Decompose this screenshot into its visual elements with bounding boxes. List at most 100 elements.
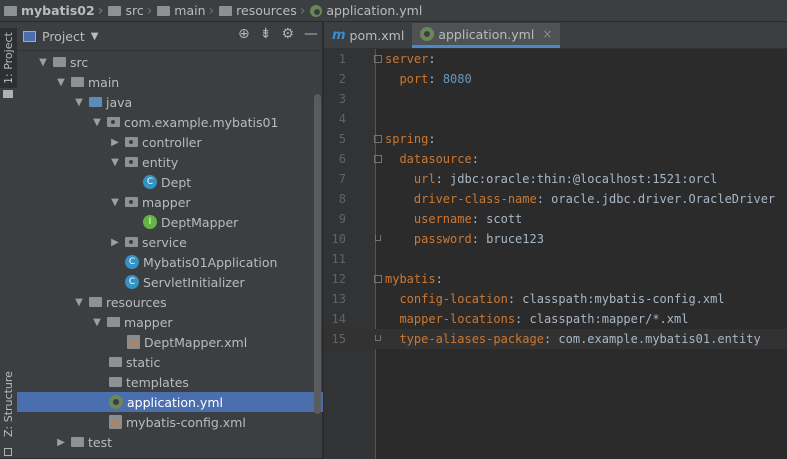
- code-line[interactable]: 6 datasource:: [324, 149, 787, 169]
- tree-item-templates[interactable]: templates: [17, 372, 323, 392]
- fold-marker-icon[interactable]: [374, 135, 382, 143]
- tree-item-service[interactable]: ▶ service: [17, 232, 323, 252]
- tree-item-mybatis-config[interactable]: mybatis-config.xml: [17, 412, 323, 432]
- tree-item-entity[interactable]: ▼ entity: [17, 152, 323, 172]
- code-line[interactable]: 8 driver-class-name: oracle.jdbc.driver.…: [324, 189, 787, 209]
- chevron-right-icon: ›: [208, 2, 215, 19]
- expand-arrow-icon[interactable]: ▼: [55, 77, 67, 88]
- tree-item-test[interactable]: ▶ test: [17, 432, 323, 452]
- project-panel-title[interactable]: Project: [42, 29, 85, 44]
- folder-icon: [4, 5, 17, 16]
- expand-arrow-icon[interactable]: ▼: [73, 297, 85, 308]
- tree-item-mapper-folder[interactable]: ▼ mapper: [17, 312, 323, 332]
- tree-item-src[interactable]: ▼ src: [17, 52, 323, 72]
- tree-item-deptmapper[interactable]: I DeptMapper: [17, 212, 323, 232]
- tree-item-servlet-initializer[interactable]: C ServletInitializer: [17, 272, 323, 292]
- expand-arrow-icon[interactable]: ▼: [91, 117, 103, 128]
- tab-application-yml[interactable]: application.yml ×: [412, 23, 561, 48]
- expand-arrow-icon[interactable]: ▼: [91, 317, 103, 328]
- yaml-key: server: [385, 52, 429, 66]
- tree-item-dept[interactable]: C Dept: [17, 172, 323, 192]
- hide-panel-icon[interactable]: —: [304, 26, 318, 42]
- code-line[interactable]: [324, 349, 787, 369]
- yaml-colon: :: [507, 292, 516, 306]
- code-line[interactable]: 4: [324, 109, 787, 129]
- fold-marker-icon[interactable]: [374, 275, 382, 283]
- tree-item-static[interactable]: static: [17, 352, 323, 372]
- code-lines[interactable]: 1 server: 2 port: 8080 3 4 5 spring: 6 datasour…: [324, 49, 787, 369]
- tree-item-java[interactable]: ▼ java: [17, 92, 323, 112]
- tree-item-deptmapper-xml[interactable]: DeptMapper.xml: [17, 332, 323, 352]
- expand-arrow-icon[interactable]: ▼: [109, 197, 121, 208]
- structure-icon: [4, 448, 12, 456]
- yaml-key: url: [385, 172, 436, 186]
- code-line[interactable]: 10 password: bruce123: [324, 229, 787, 249]
- breadcrumb-item-project[interactable]: mybatis02 ›: [4, 0, 108, 22]
- code-text: datasource:: [385, 149, 479, 169]
- structure-tool-tab[interactable]: Z: Structure: [0, 364, 17, 444]
- locate-target-icon[interactable]: ⊕: [238, 26, 250, 42]
- folder-icon: [157, 5, 171, 16]
- yaml-colon: :: [471, 212, 479, 226]
- code-line[interactable]: 13 config-location: classpath:mybatis-co…: [324, 289, 787, 309]
- breadcrumb-item-file[interactable]: application.yml: [310, 0, 422, 22]
- code-line[interactable]: 9 username: scott: [324, 209, 787, 229]
- fold-marker-icon[interactable]: [374, 155, 382, 163]
- tree-item-package-root[interactable]: ▼ com.example.mybatis01: [17, 112, 323, 132]
- code-line[interactable]: 11: [324, 249, 787, 269]
- close-icon[interactable]: ×: [542, 27, 552, 41]
- fold-marker-icon[interactable]: [374, 55, 382, 63]
- collapsed-arrow-icon[interactable]: ▶: [109, 137, 121, 148]
- yaml-colon: :: [428, 132, 436, 146]
- code-line[interactable]: 14 mapper-locations: classpath:mapper/*.…: [324, 309, 787, 329]
- panel-toolbar: ⊕ ⇟ ⚙ —: [238, 26, 318, 42]
- project-tool-tab[interactable]: 1: Project: [0, 28, 17, 88]
- code-line[interactable]: 15 type-aliases-package: com.example.myb…: [324, 329, 787, 349]
- collapse-all-icon[interactable]: ⇟: [260, 26, 272, 42]
- tree-item-resources[interactable]: ▼ resources: [17, 292, 323, 312]
- collapsed-arrow-icon[interactable]: ▶: [109, 237, 121, 248]
- code-text: port: 8080: [385, 69, 471, 89]
- code-line[interactable]: 12 mybatis:: [324, 269, 787, 289]
- gear-icon[interactable]: ⚙: [281, 26, 294, 42]
- project-panel-header: Project ▼ ⊕ ⇟ ⚙ —: [17, 22, 322, 51]
- breadcrumb-item-src[interactable]: src ›: [108, 0, 157, 22]
- editor-tabs: m pom.xml application.yml ×: [324, 22, 787, 49]
- breadcrumb-item-resources[interactable]: resources ›: [219, 0, 310, 22]
- fold-marker-icon[interactable]: [375, 335, 381, 341]
- yaml-value: jdbc:oracle:thin:@localhost:1521:orcl: [442, 172, 718, 186]
- chevron-down-icon[interactable]: ▼: [91, 31, 99, 42]
- line-number: 11: [331, 252, 346, 266]
- expand-arrow-icon[interactable]: ▼: [73, 97, 85, 108]
- code-text: password: bruce123: [385, 229, 544, 249]
- yaml-value: oracle.jdbc.driver.OracleDriver: [543, 192, 776, 206]
- code-area[interactable]: 1 server: 2 port: 8080 3 4 5 spring: 6 datasour…: [324, 49, 787, 459]
- code-line[interactable]: 5 spring:: [324, 129, 787, 149]
- tree-item-application-yml[interactable]: application.yml: [17, 392, 323, 412]
- tree-item-application-class[interactable]: C Mybatis01Application: [17, 252, 323, 272]
- breadcrumb-item-main[interactable]: main ›: [157, 0, 219, 22]
- package-icon: [125, 237, 138, 247]
- expand-arrow-icon[interactable]: ▼: [37, 57, 49, 68]
- code-text: mybatis:: [385, 269, 443, 289]
- code-line[interactable]: 7 url: jdbc:oracle:thin:@localhost:1521:…: [324, 169, 787, 189]
- code-line[interactable]: 1 server:: [324, 49, 787, 69]
- yaml-colon: :: [536, 192, 544, 206]
- folder-icon: [109, 357, 122, 367]
- code-line[interactable]: 2 port: 8080: [324, 69, 787, 89]
- line-number: 2: [338, 72, 346, 86]
- code-line[interactable]: 3: [324, 89, 787, 109]
- fold-marker-icon[interactable]: [375, 235, 381, 241]
- yaml-key: config-location: [385, 292, 508, 306]
- tree-item-main[interactable]: ▼ main: [17, 72, 323, 92]
- tree-scrollbar[interactable]: [314, 94, 321, 414]
- yaml-value: bruce123: [478, 232, 544, 246]
- tree-item-controller[interactable]: ▶ controller: [17, 132, 323, 152]
- expand-arrow-icon[interactable]: ▼: [109, 157, 121, 168]
- chevron-right-icon: ›: [299, 2, 306, 19]
- collapsed-arrow-icon[interactable]: ▶: [55, 437, 67, 448]
- class-icon: C: [125, 275, 139, 289]
- tree-item-mapper-pkg[interactable]: ▼ mapper: [17, 192, 323, 212]
- tab-pom-xml[interactable]: m pom.xml: [324, 23, 412, 48]
- line-number: 1: [338, 52, 346, 66]
